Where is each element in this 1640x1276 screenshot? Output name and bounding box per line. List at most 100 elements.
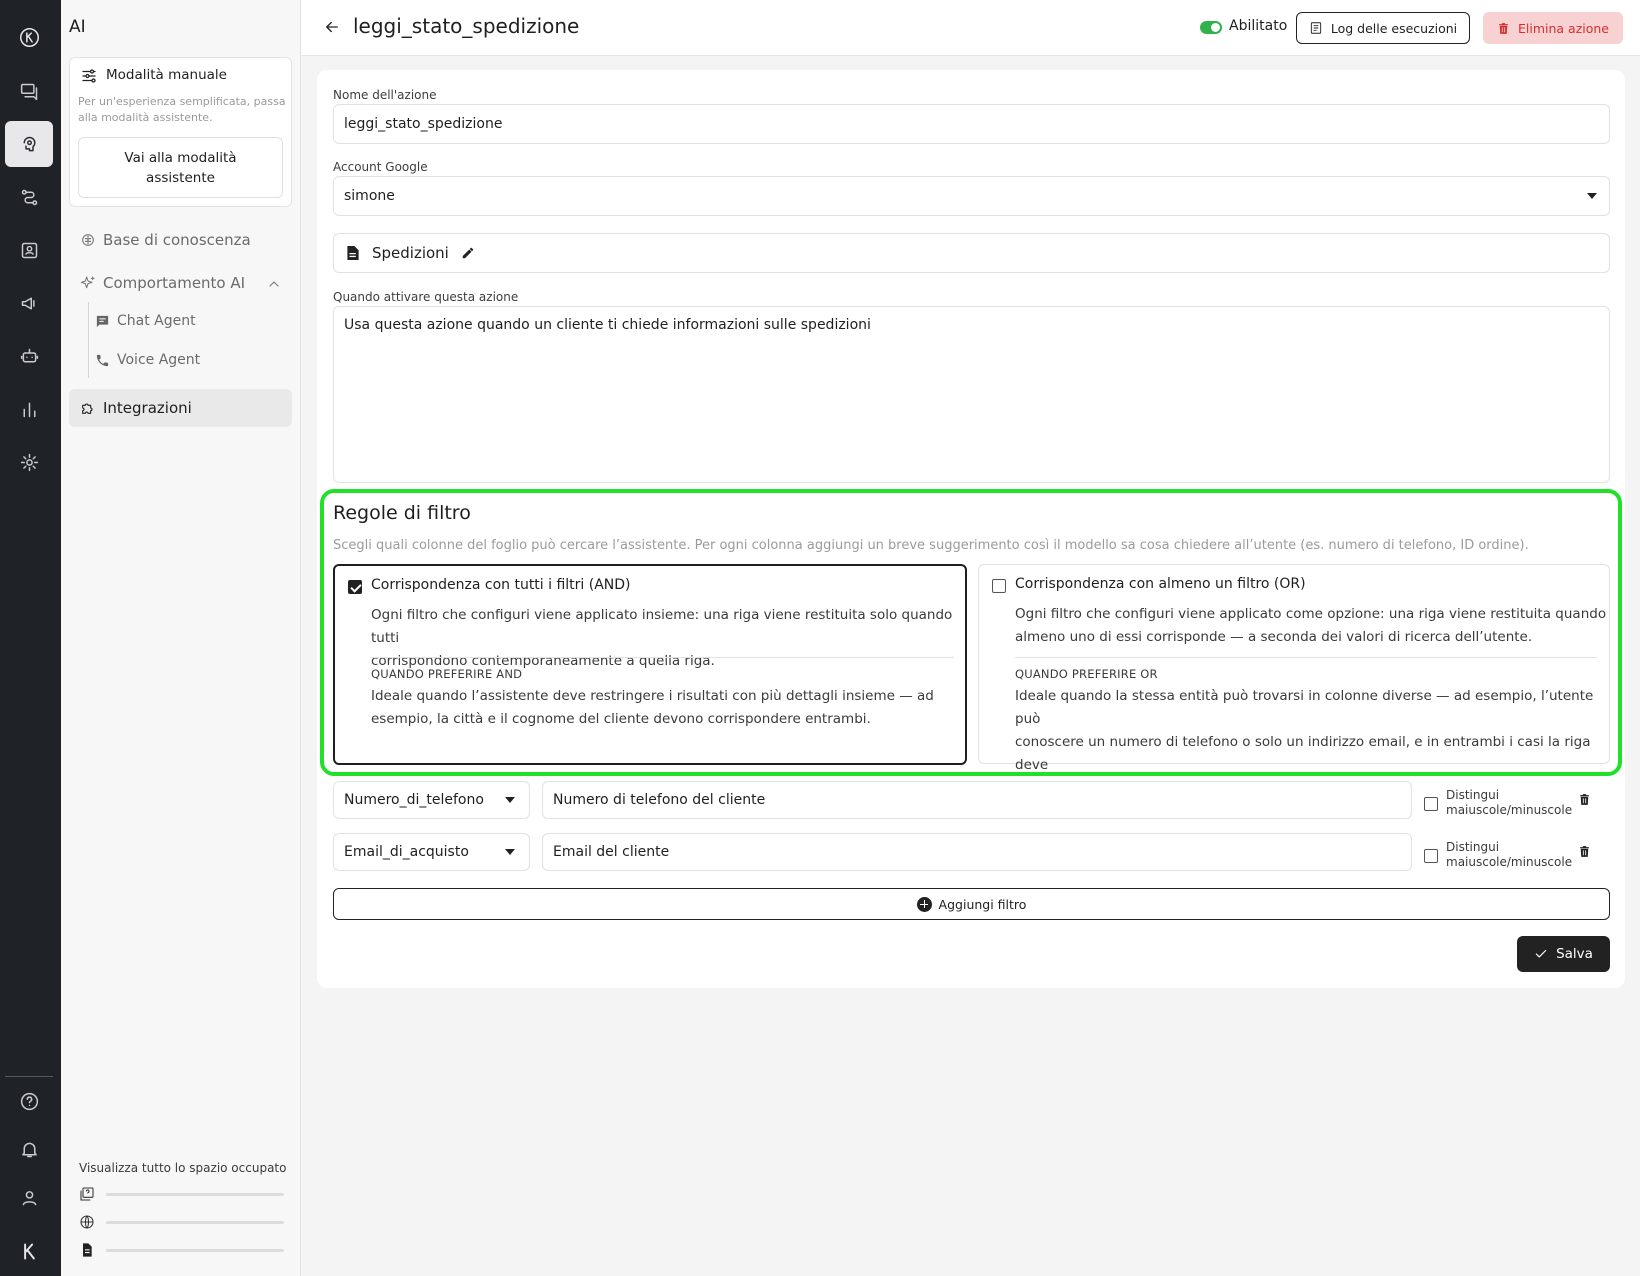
app-rail bbox=[0, 0, 61, 1276]
filter-rules-description: Scegli quali colonne del foglio può cerc… bbox=[333, 538, 1529, 553]
megaphone-icon[interactable] bbox=[5, 280, 53, 326]
match-all-when-text: Ideale quando l’assistente deve restring… bbox=[371, 688, 934, 727]
dropdown-caret-icon bbox=[1587, 193, 1597, 199]
nav-item-ai-behavior[interactable]: Comportamento AI bbox=[69, 264, 292, 302]
storage-link[interactable]: Visualizza tutto lo spazio occupato bbox=[79, 1161, 286, 1175]
switch-to-assistant-button[interactable]: Vai alla modalità assistente bbox=[78, 137, 283, 198]
filter-rules-title: Regole di filtro bbox=[333, 502, 471, 524]
manual-mode-title: Modalità manuale bbox=[106, 67, 227, 83]
nav-item-label: Comportamento AI bbox=[103, 274, 246, 292]
storage-bar bbox=[106, 1248, 284, 1252]
bot-icon[interactable] bbox=[5, 333, 53, 379]
case-sensitive-label: Distingui maiuscole/minuscole bbox=[1446, 840, 1573, 869]
workflow-icon[interactable] bbox=[5, 174, 53, 220]
filter-column-select[interactable]: Email_di_acquisto bbox=[333, 833, 530, 871]
add-filter-button[interactable]: Aggiungi filtro bbox=[333, 888, 1610, 920]
nav-item-voice-agent[interactable]: Voice Agent bbox=[95, 342, 200, 378]
match-all-description: Ogni filtro che configuri viene applicat… bbox=[371, 607, 953, 669]
sheet-document-icon bbox=[347, 246, 359, 260]
google-account-select[interactable]: simone bbox=[333, 176, 1610, 216]
case-sensitive-checkbox[interactable] bbox=[1424, 797, 1438, 811]
ai-brain-icon[interactable] bbox=[5, 121, 53, 167]
case-sensitive-label: Distingui maiuscole/minuscole bbox=[1446, 788, 1573, 817]
save-button[interactable]: Salva bbox=[1517, 936, 1610, 972]
chevron-up-icon[interactable] bbox=[266, 276, 282, 292]
match-all-checkbox[interactable] bbox=[348, 580, 362, 594]
storage-bar bbox=[106, 1192, 284, 1196]
nav-item-knowledge-base[interactable]: Base di conoscenza bbox=[69, 221, 292, 259]
trigger-textarea[interactable]: Usa questa azione quando un cliente ti c… bbox=[333, 306, 1610, 483]
analytics-icon[interactable] bbox=[5, 386, 53, 432]
sheet-selector: Spedizioni bbox=[333, 233, 1610, 273]
enabled-toggle-label: Abilitato bbox=[1229, 18, 1288, 34]
sliders-icon bbox=[82, 69, 96, 83]
nav-item-integrations[interactable]: Integrazioni bbox=[69, 389, 292, 427]
execution-log-button[interactable]: Log delle esecuzioni bbox=[1296, 12, 1470, 44]
filter-column-value: Email_di_acquisto bbox=[344, 844, 469, 860]
check-icon bbox=[1535, 949, 1547, 958]
storage-row-web bbox=[79, 1213, 284, 1231]
rail-divider bbox=[5, 1076, 53, 1077]
sheet-name: Spedizioni bbox=[372, 244, 449, 262]
save-label: Salva bbox=[1556, 946, 1593, 962]
filter-hint-input[interactable]: Email del cliente bbox=[542, 833, 1412, 871]
match-any-title: Corrispondenza con almeno un filtro (OR) bbox=[1015, 576, 1306, 592]
settings-icon[interactable] bbox=[5, 439, 53, 485]
enabled-toggle[interactable] bbox=[1200, 21, 1222, 34]
filter-column-select[interactable]: Numero_di_telefono bbox=[333, 781, 530, 819]
action-name-label: Nome dell'azione bbox=[333, 88, 437, 102]
remove-filter-trash-icon[interactable] bbox=[1578, 792, 1592, 808]
google-account-value: simone bbox=[344, 188, 395, 204]
option-divider bbox=[1015, 657, 1597, 658]
faq-icon bbox=[80, 1187, 94, 1201]
message-icon bbox=[96, 315, 109, 327]
dropdown-caret-icon bbox=[505, 797, 515, 803]
globe-icon bbox=[80, 1215, 94, 1229]
option-divider bbox=[371, 657, 954, 658]
contacts-icon[interactable] bbox=[5, 227, 53, 273]
page-title: leggi_stato_spedizione bbox=[353, 14, 580, 38]
sidebar: AI Modalità manuale Per un'esperienza se… bbox=[61, 0, 301, 1276]
logo-icon[interactable] bbox=[5, 14, 53, 60]
match-all-title: Corrispondenza con tutti i filtri (AND) bbox=[371, 577, 631, 593]
chat-icon[interactable] bbox=[5, 68, 53, 114]
help-icon[interactable] bbox=[5, 1078, 53, 1124]
sparkle-icon bbox=[79, 274, 97, 292]
add-filter-label: Aggiungi filtro bbox=[938, 896, 1027, 912]
trash-icon bbox=[1499, 22, 1508, 34]
nav-item-chat-agent[interactable]: Chat Agent bbox=[95, 303, 196, 339]
brand-icon bbox=[5, 1228, 53, 1274]
match-any-when-heading: QUANDO PREFERIRE OR bbox=[1015, 667, 1158, 681]
filter-column-value: Numero_di_telefono bbox=[344, 792, 484, 808]
user-icon[interactable] bbox=[5, 1174, 53, 1220]
execution-log-label: Log delle esecuzioni bbox=[1330, 20, 1458, 36]
knowledge-icon bbox=[79, 231, 97, 249]
action-name-field[interactable]: leggi_stato_spedizione bbox=[333, 104, 1610, 144]
delete-action-button[interactable]: Elimina azione bbox=[1483, 12, 1623, 44]
remove-filter-trash-icon[interactable] bbox=[1578, 844, 1592, 860]
phone-icon bbox=[96, 354, 109, 366]
match-all-and-option[interactable]: Corrispondenza con tutti i filtri (AND) … bbox=[333, 564, 967, 765]
filter-hint-input[interactable]: Numero di telefono del cliente bbox=[542, 781, 1412, 819]
match-any-description: Ogni filtro che configuri viene applicat… bbox=[1015, 606, 1607, 645]
page-header: leggi_stato_spedizione Abilitato Log del… bbox=[301, 0, 1640, 56]
match-any-checkbox[interactable] bbox=[992, 579, 1006, 593]
manual-mode-description: Per un'esperienza semplificata, passa al… bbox=[78, 95, 286, 124]
edit-pencil-icon[interactable] bbox=[461, 246, 475, 260]
dropdown-caret-icon bbox=[505, 849, 515, 855]
case-sensitive-checkbox[interactable] bbox=[1424, 849, 1438, 863]
bell-icon[interactable] bbox=[5, 1126, 53, 1172]
subnav-line bbox=[88, 302, 89, 378]
storage-row-documents bbox=[79, 1241, 284, 1259]
sidebar-title: AI bbox=[69, 17, 86, 37]
nav-sub-label: Voice Agent bbox=[117, 352, 201, 368]
manual-mode-card: Modalità manuale Per un'esperienza sempl… bbox=[69, 57, 292, 207]
match-any-or-option[interactable]: Corrispondenza con almeno un filtro (OR)… bbox=[978, 564, 1610, 796]
nav-sub-label: Chat Agent bbox=[117, 313, 196, 329]
storage-bar bbox=[106, 1220, 284, 1224]
document-icon bbox=[83, 1243, 92, 1257]
nav-item-label: Base di conoscenza bbox=[103, 231, 251, 249]
log-icon bbox=[1310, 22, 1321, 34]
nav-item-label: Integrazioni bbox=[103, 399, 192, 417]
back-arrow-icon[interactable] bbox=[323, 18, 343, 38]
